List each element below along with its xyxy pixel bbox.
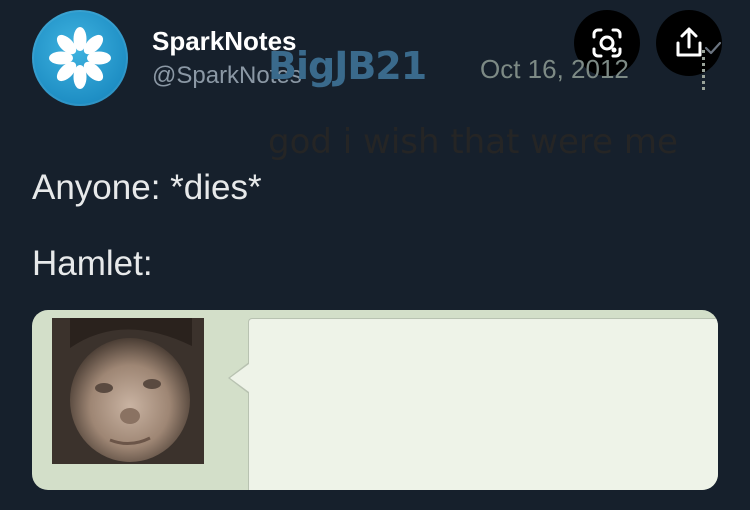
share-icon — [676, 27, 702, 57]
profile-photo — [52, 318, 204, 464]
tweet-image[interactable] — [32, 310, 718, 490]
comment-username: BigJB21 — [268, 44, 427, 88]
comment-text: god i wish that were me — [268, 122, 678, 162]
sparknotes-logo-icon[interactable] — [32, 10, 128, 106]
tweet-page: SparkNotes @SparkNotes Anyone: *dies* Ha — [0, 0, 750, 510]
comment-bubble — [248, 318, 718, 490]
tweet-text-line-2: Hamlet: — [32, 244, 153, 283]
bubble-tail-fill — [230, 364, 249, 392]
tweet-text-line-1: Anyone: *dies* — [32, 168, 262, 207]
divider — [702, 50, 708, 90]
comment-date: Oct 16, 2012 — [480, 54, 629, 84]
